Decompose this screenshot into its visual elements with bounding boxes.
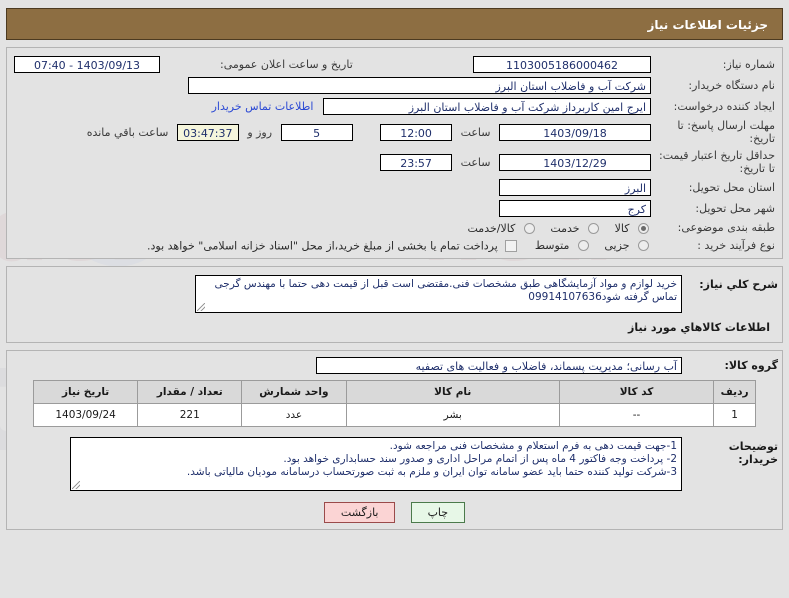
remaining-days-label: روز و xyxy=(247,125,273,139)
cell-date: 1403/09/24 xyxy=(32,403,139,427)
reply-deadline-label: مهلت ارسال پاسخ: تا تاریخ: xyxy=(677,119,775,145)
page-root: iriatender .net iriat V جزئیات اطلاعات ن… xyxy=(0,0,789,598)
remaining-time: 03:47:37 xyxy=(176,123,239,141)
price-validity-label: حداقل تاریخ اعتبار قیمت: تا تاریخ: xyxy=(659,149,775,175)
table-row: 1 -- بشر عدد 221 1403/09/24 xyxy=(32,403,756,427)
remaining-days[interactable]: 5 xyxy=(280,123,353,141)
goods-table-body: 1 -- بشر عدد 221 1403/09/24 xyxy=(32,403,756,427)
row-reply-deadline: مهلت ارسال پاسخ: تا تاریخ: 1403/09/18 سا… xyxy=(11,117,778,147)
col-code: کد کالا xyxy=(558,380,715,404)
col-date: تاریخ نیاز xyxy=(32,380,139,404)
back-button[interactable]: بازگشت xyxy=(323,502,396,523)
radio-category-goods-service-label: کالا/خدمت xyxy=(467,221,516,235)
public-announce-value[interactable]: 1403/09/13 - 07:40 xyxy=(14,56,160,73)
province-value[interactable]: البرز xyxy=(499,179,651,196)
cell-unit: عدد xyxy=(241,403,347,427)
print-button[interactable]: چاپ xyxy=(410,502,466,523)
province-label: استان محل تحویل: xyxy=(688,181,775,194)
header-wrap: جزئیات اطلاعات نیاز xyxy=(0,0,789,40)
row-need-number: شماره نیاز: 1103005186000462 تاریخ و ساع… xyxy=(11,54,778,75)
description-label: شرح كلي نیاز: xyxy=(699,278,778,291)
radio-category-goods-service[interactable] xyxy=(523,222,535,234)
requester-value[interactable]: ایرج امین کاربرداز شرکت آب و فاضلاب استا… xyxy=(323,98,651,115)
page-title: جزئیات اطلاعات نیاز xyxy=(6,8,783,40)
row-buyer-org: نام دستگاه خریدار: شرکت آب و فاضلاب استا… xyxy=(11,75,778,96)
radio-process-minor-label: جزیی xyxy=(604,239,630,252)
row-province: استان محل تحویل: البرز xyxy=(11,177,778,198)
need-number-label: شماره نیاز: xyxy=(722,58,775,71)
goods-table-head: ردیف کد کالا نام کالا واحد شمارش تعداد /… xyxy=(32,380,756,404)
process-type-cell: جزیی متوسط پرداخت تمام یا بخشی از مبلغ خ… xyxy=(11,237,654,255)
buyer-org-label: نام دستگاه خریدار: xyxy=(688,79,775,92)
buyer-org-cell: شرکت آب و فاضلاب استان البرز xyxy=(11,75,654,96)
goods-group-label: گروه كالا: xyxy=(724,359,778,372)
cell-qty: 221 xyxy=(137,403,243,427)
buyer-note-line-3: 3-شرکت تولید کننده حتما باید عضو سامانه … xyxy=(186,466,677,478)
buyer-note-line-2: 2- پرداخت وجه فاکتور 4 ماه پس از اتمام م… xyxy=(283,453,677,465)
description-textarea[interactable]: خرید لوازم و مواد آزمایشگاهی طبق مشخصات … xyxy=(195,275,682,313)
col-unit: واحد شمارش xyxy=(241,380,347,404)
radio-process-medium[interactable] xyxy=(577,240,589,251)
button-bar: چاپ بازگشت xyxy=(11,491,778,523)
radio-process-medium-label: متوسط xyxy=(534,239,570,252)
hour-label-2: ساعت xyxy=(460,155,491,169)
need-number-cell: 1103005186000462 xyxy=(448,54,654,75)
description-row: شرح كلي نیاز: خرید لوازم و مواد آزمایشگا… xyxy=(11,275,778,313)
row-city: شهر محل تحویل: کرج xyxy=(11,198,778,219)
buyer-notes-label: توضیحات خریدار: xyxy=(728,440,778,466)
process-type-label: نوع فرآیند خرید : xyxy=(697,238,775,252)
price-validity-date[interactable]: 1403/12/29 xyxy=(499,153,651,171)
city-value[interactable]: کرج xyxy=(499,200,651,217)
city-cell: کرج xyxy=(11,198,654,219)
goods-table-header-row: ردیف کد کالا نام کالا واحد شمارش تعداد /… xyxy=(32,380,756,404)
need-info-panel: شماره نیاز: 1103005186000462 تاریخ و ساع… xyxy=(6,47,783,259)
buyer-org-value[interactable]: شرکت آب و فاضلاب استان البرز xyxy=(188,77,651,94)
city-label: شهر محل تحویل: xyxy=(695,202,775,215)
public-announce-label-cell: تاریخ و ساعت اعلان عمومی: xyxy=(212,54,448,75)
row-process-type: نوع فرآیند خرید : جزیی متوسط پرداخت تمام… xyxy=(11,237,778,255)
radio-category-goods[interactable] xyxy=(638,222,649,234)
category-cell: کالا خدمت کالا/خدمت xyxy=(11,219,654,237)
description-panel: شرح كلي نیاز: خرید لوازم و مواد آزمایشگا… xyxy=(6,266,783,343)
province-cell: البرز xyxy=(11,177,654,198)
reply-deadline-cell: 1403/09/18 ساعت 12:00 5 روز و 03:47:37 س… xyxy=(11,117,654,147)
goods-table: ردیف کد کالا نام کالا واحد شمارش تعداد /… xyxy=(32,380,756,427)
public-announce-label: تاریخ و ساعت اعلان عمومی: xyxy=(220,58,353,72)
reply-deadline-time[interactable]: 12:00 xyxy=(380,123,453,141)
buyer-notes-textarea[interactable]: 1-جهت قیمت دهی به فرم استعلام و مشخصات ف… xyxy=(70,437,682,491)
need-number-value[interactable]: 1103005186000462 xyxy=(473,56,651,73)
price-validity-cell: 1403/12/29 ساعت 23:57 xyxy=(11,147,654,177)
price-validity-time[interactable]: 23:57 xyxy=(380,153,453,171)
col-qty: تعداد / مقدار xyxy=(137,380,243,404)
radio-process-minor[interactable] xyxy=(638,240,649,251)
col-row: ردیف xyxy=(713,380,756,404)
col-name: نام کالا xyxy=(345,380,560,404)
checkbox-islamic-treasury-label: پرداخت تمام یا بخشی از مبلغ خرید،از محل … xyxy=(147,239,498,252)
radio-category-service-label: خدمت xyxy=(550,221,580,235)
goods-group-row: گروه كالا: آب رسانی؛ مدیریت پسماند، فاضل… xyxy=(11,357,778,374)
row-price-validity: حداقل تاریخ اعتبار قیمت: تا تاریخ: 1403/… xyxy=(11,147,778,177)
cell-row: 1 xyxy=(713,403,756,427)
hour-label-1: ساعت xyxy=(460,125,491,139)
remaining-suffix: ساعت باقي مانده xyxy=(86,125,169,139)
cell-name: بشر xyxy=(345,403,560,427)
goods-section-title: اطلاعات كالاهاي مورد نیاز xyxy=(628,321,770,334)
row-category: طبقه بندی موضوعی: کالا خدمت کالا/خدمت xyxy=(11,219,778,237)
buyer-note-line-1: 1-جهت قیمت دهی به فرم استعلام و مشخصات ف… xyxy=(389,440,677,452)
row-requester: ایجاد کننده درخواست: ایرج امین کاربرداز … xyxy=(11,96,778,117)
goods-panel: گروه كالا: آب رسانی؛ مدیریت پسماند، فاضل… xyxy=(6,350,783,530)
need-info-table: شماره نیاز: 1103005186000462 تاریخ و ساع… xyxy=(11,54,778,254)
radio-category-service[interactable] xyxy=(588,222,600,234)
radio-category-goods-label: کالا xyxy=(614,221,630,235)
requester-label: ایجاد کننده درخواست: xyxy=(673,100,775,113)
requester-cell: ایرج امین کاربرداز شرکت آب و فاضلاب استا… xyxy=(11,96,654,117)
buyer-notes-row: توضیحات خریدار: 1-جهت قیمت دهی به فرم اس… xyxy=(11,437,778,491)
public-announce-cell: 1403/09/13 - 07:40 xyxy=(11,54,212,75)
goods-group-value[interactable]: آب رسانی؛ مدیریت پسماند، فاضلاب و فعالیت… xyxy=(316,357,682,374)
category-label: طبقه بندی موضوعی: xyxy=(677,221,775,235)
cell-code: -- xyxy=(558,403,715,427)
buyer-contact-link[interactable]: اطلاعات تماس خریدار xyxy=(206,100,320,113)
reply-deadline-date[interactable]: 1403/09/18 xyxy=(499,123,651,141)
checkbox-islamic-treasury[interactable] xyxy=(505,239,518,252)
